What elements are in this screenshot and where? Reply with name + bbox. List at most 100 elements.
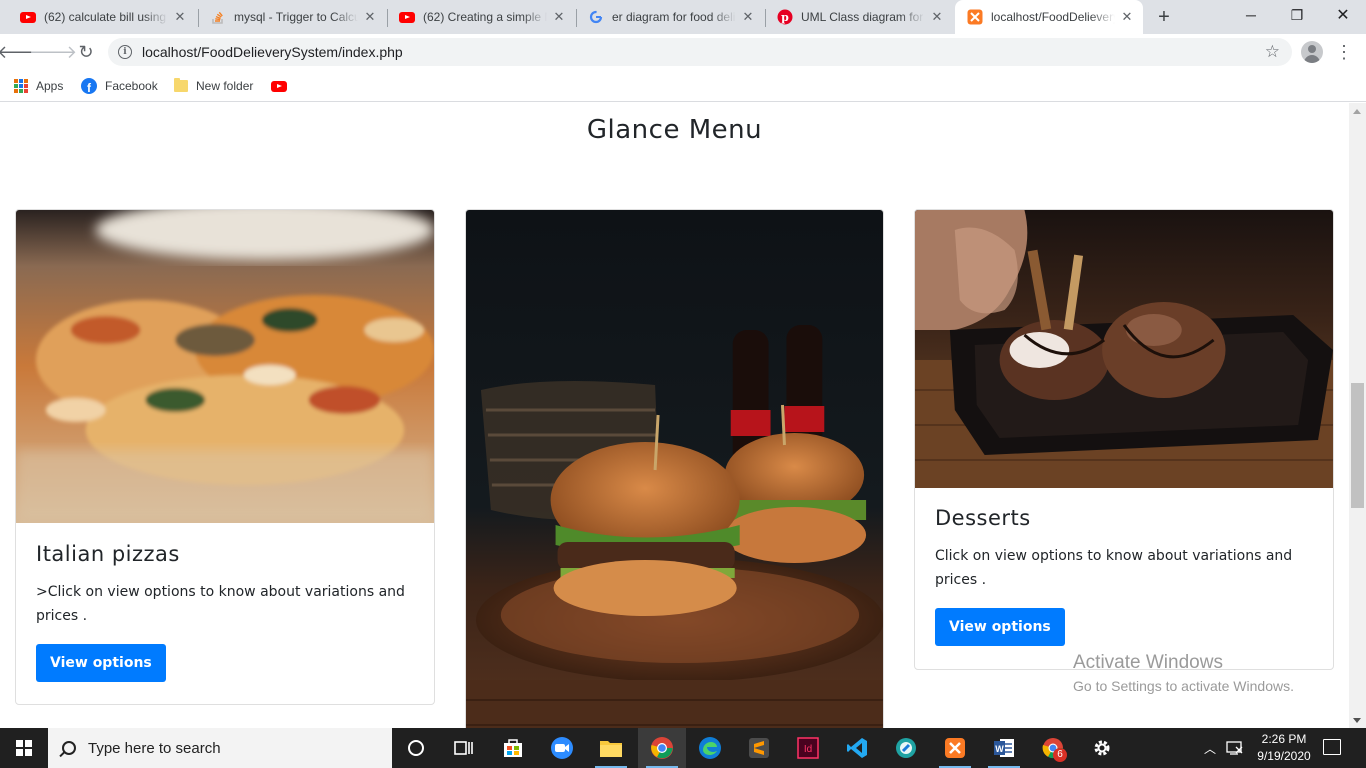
minimize-button[interactable]: ─ [1228,0,1274,30]
page-scrollbar[interactable] [1349,103,1366,728]
bookmark-youtube[interactable] [271,76,295,96]
sublime-icon [749,738,769,758]
edge-icon [699,737,721,759]
youtube-icon [20,9,36,25]
apps-grid-icon [14,79,28,93]
action-center-icon[interactable] [1323,739,1341,755]
close-window-button[interactable]: ✕ [1320,0,1366,30]
task-view-button[interactable] [440,728,488,768]
scroll-down-arrow-icon[interactable] [1353,718,1361,723]
taskbar-indesign[interactable]: Id [784,728,832,768]
address-bar[interactable]: i localhost/FoodDelieverySystem/index.ph… [108,38,1292,66]
bookmark-facebook[interactable]: f Facebook [81,76,158,96]
new-tab-button[interactable]: + [1152,5,1176,29]
network-status[interactable] [1226,728,1244,768]
windows-logo-icon [16,740,32,756]
app-icon [896,738,916,758]
close-tab-icon[interactable]: ✕ [929,9,945,25]
taskbar-store[interactable] [489,728,537,768]
taskbar-chrome[interactable] [638,728,686,768]
browser-tab[interactable]: er diagram for food deli ✕ [576,0,764,34]
close-tab-icon[interactable]: ✕ [172,9,188,25]
chrome-icon [651,737,673,759]
card-body: Desserts Click on view options to know a… [935,506,1313,646]
browser-tab-active[interactable]: localhost/FoodDelievery ✕ [955,0,1143,34]
stackoverflow-icon [210,9,226,25]
tab-title: (62) calculate bill using [44,10,167,24]
view-options-button[interactable]: View options [36,644,166,682]
taskbar-xampp[interactable] [931,728,979,768]
clock-date: 9/19/2020 [1257,749,1311,763]
taskbar-chrome-profile[interactable]: 6 [1029,728,1077,768]
cortana-button[interactable] [392,728,440,768]
browser-tab[interactable]: mysql - Trigger to Calcu ✕ [198,0,386,34]
activate-windows-watermark: Activate Windows Go to Settings to activ… [1073,652,1294,694]
url-text: localhost/FoodDelieverySystem/index.php [142,44,403,60]
browser-tab[interactable]: p UML Class diagram for ✕ [765,0,953,34]
svg-text:p: p [781,11,789,24]
profile-avatar[interactable] [1301,41,1323,63]
section-title: Glance Menu [586,115,763,145]
bookmark-new-folder[interactable]: New folder [174,76,253,96]
card-body: Italian pizzas >Click on view options to… [36,542,414,682]
chevron-up-icon: ︿ [1204,741,1217,756]
menu-card-burger [465,209,884,728]
indesign-icon: Id [797,737,819,759]
google-icon [588,9,604,25]
view-options-button[interactable]: View options [935,608,1065,646]
menu-card-pizza: Italian pizzas >Click on view options to… [15,209,435,705]
folder-icon [174,78,188,92]
taskbar-edge[interactable] [686,728,734,768]
dessert-photo [915,210,1333,488]
taskbar-search[interactable]: Type here to search [48,728,392,768]
forward-button[interactable]: 🡒 [29,39,77,65]
notification-badge: 6 [1053,748,1067,762]
bookmark-apps[interactable]: Apps [14,76,63,96]
pizza-photo [16,210,434,523]
search-placeholder: Type here to search [88,739,221,757]
browser-tab[interactable]: (62) Creating a simple M ✕ [387,0,575,34]
taskbar-sublime[interactable] [735,728,783,768]
zoom-icon [551,737,573,759]
taskbar-settings[interactable] [1078,728,1126,768]
taskbar-file-explorer[interactable] [587,728,635,768]
watermark-title: Activate Windows [1073,652,1223,673]
youtube-icon [271,80,287,92]
bookmark-star-icon[interactable]: ☆ [1265,42,1280,62]
tab-title: mysql - Trigger to Calcu [234,10,358,24]
scroll-up-arrow-icon[interactable] [1353,109,1361,114]
pinterest-icon: p [777,9,793,25]
vscode-icon [847,738,867,758]
card-text: Click on view options to know about vari… [935,548,1293,588]
maximize-button[interactable]: ❐ [1274,0,1320,30]
tab-title: localhost/FoodDelievery [991,10,1115,24]
burger-photo [466,210,883,728]
store-icon [504,739,522,757]
info-icon[interactable]: i [118,45,132,59]
scroll-thumb[interactable] [1351,383,1364,508]
taskbar-zoom[interactable] [538,728,586,768]
close-tab-icon[interactable]: ✕ [551,9,567,25]
browser-tab[interactable]: (62) calculate bill using ✕ [8,0,196,34]
facebook-icon: f [81,78,97,94]
show-hidden-icons-button[interactable]: ︿ [1204,728,1216,768]
taskbar-app[interactable] [882,728,930,768]
xampp-icon [945,738,965,758]
close-tab-icon[interactable]: ✕ [740,9,756,25]
browser-tab-strip: (62) calculate bill using ✕ mysql - Trig… [0,0,1366,34]
browser-menu-button[interactable]: ⋮ [1335,40,1353,64]
taskbar-word[interactable]: W [980,728,1028,768]
start-button[interactable] [0,728,48,768]
bookmarks-bar: Apps f Facebook New folder [0,70,1366,102]
menu-card-desserts: Desserts Click on view options to know a… [914,209,1334,670]
reload-button[interactable]: ↻ [73,39,99,65]
search-icon [62,741,76,755]
watermark-subtitle: Go to Settings to activate Windows. [1073,678,1294,694]
card-title: Desserts [935,506,1031,530]
taskbar-vscode[interactable] [833,728,881,768]
folder-icon [600,741,622,757]
system-clock[interactable]: 2:26 PM 9/19/2020 [1252,731,1316,765]
tab-title: UML Class diagram for [801,10,924,24]
close-tab-icon[interactable]: ✕ [1119,9,1135,25]
close-tab-icon[interactable]: ✕ [362,9,378,25]
